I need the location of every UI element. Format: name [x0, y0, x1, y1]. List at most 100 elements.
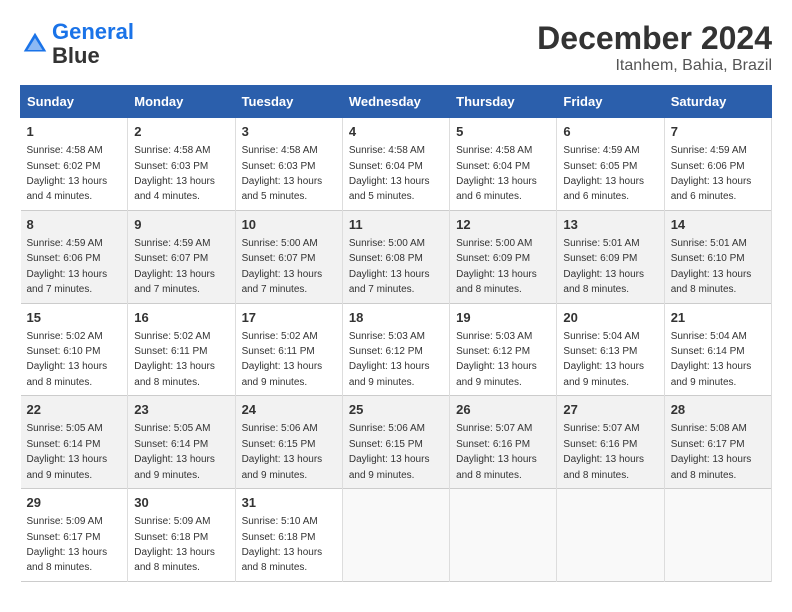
sunrise-text: Sunrise: 5:07 AM: [456, 423, 532, 434]
calendar-cell: 23 Sunrise: 5:05 AM Sunset: 6:14 PM Dayl…: [128, 396, 235, 489]
sunset-text: Sunset: 6:15 PM: [349, 439, 423, 450]
daylight-text: Daylight: 13 hours and 9 minutes.: [563, 361, 644, 387]
sunrise-text: Sunrise: 4:59 AM: [671, 145, 747, 156]
day-number: 25: [349, 401, 443, 419]
day-number: 24: [242, 401, 336, 419]
daylight-text: Daylight: 13 hours and 8 minutes.: [456, 454, 537, 480]
day-number: 31: [242, 494, 336, 512]
calendar-cell: 29 Sunrise: 5:09 AM Sunset: 6:17 PM Dayl…: [21, 489, 128, 582]
sunset-text: Sunset: 6:10 PM: [671, 253, 745, 264]
calendar-cell: [342, 489, 449, 582]
sunrise-text: Sunrise: 5:00 AM: [456, 238, 532, 249]
calendar-cell: 9 Sunrise: 4:59 AM Sunset: 6:07 PM Dayli…: [128, 210, 235, 303]
sunset-text: Sunset: 6:18 PM: [134, 532, 208, 543]
calendar-cell: [664, 489, 771, 582]
daylight-text: Daylight: 13 hours and 9 minutes.: [27, 454, 108, 480]
calendar-cell: 25 Sunrise: 5:06 AM Sunset: 6:15 PM Dayl…: [342, 396, 449, 489]
sunset-text: Sunset: 6:14 PM: [671, 346, 745, 357]
weekday-header-monday: Monday: [128, 86, 235, 118]
daylight-text: Daylight: 13 hours and 8 minutes.: [134, 547, 215, 573]
sunset-text: Sunset: 6:14 PM: [27, 439, 101, 450]
weekday-header-saturday: Saturday: [664, 86, 771, 118]
daylight-text: Daylight: 13 hours and 8 minutes.: [563, 269, 644, 295]
calendar-cell: 20 Sunrise: 5:04 AM Sunset: 6:13 PM Dayl…: [557, 303, 664, 396]
sunset-text: Sunset: 6:16 PM: [563, 439, 637, 450]
sunrise-text: Sunrise: 5:02 AM: [134, 331, 210, 342]
sunrise-text: Sunrise: 5:06 AM: [242, 423, 318, 434]
daylight-text: Daylight: 13 hours and 9 minutes.: [349, 454, 430, 480]
calendar-cell: 6 Sunrise: 4:59 AM Sunset: 6:05 PM Dayli…: [557, 118, 664, 211]
month-title: December 2024: [537, 20, 772, 57]
sunrise-text: Sunrise: 4:59 AM: [134, 238, 210, 249]
calendar-cell: 30 Sunrise: 5:09 AM Sunset: 6:18 PM Dayl…: [128, 489, 235, 582]
daylight-text: Daylight: 13 hours and 8 minutes.: [134, 361, 215, 387]
sunset-text: Sunset: 6:05 PM: [563, 161, 637, 172]
daylight-text: Daylight: 13 hours and 4 minutes.: [134, 176, 215, 202]
sunset-text: Sunset: 6:18 PM: [242, 532, 316, 543]
daylight-text: Daylight: 13 hours and 4 minutes.: [27, 176, 108, 202]
weekday-header-friday: Friday: [557, 86, 664, 118]
day-number: 23: [134, 401, 228, 419]
sunset-text: Sunset: 6:06 PM: [27, 253, 101, 264]
calendar-cell: [450, 489, 557, 582]
daylight-text: Daylight: 13 hours and 5 minutes.: [349, 176, 430, 202]
day-number: 2: [134, 123, 228, 141]
calendar-cell: 7 Sunrise: 4:59 AM Sunset: 6:06 PM Dayli…: [664, 118, 771, 211]
sunset-text: Sunset: 6:03 PM: [134, 161, 208, 172]
calendar-cell: 2 Sunrise: 4:58 AM Sunset: 6:03 PM Dayli…: [128, 118, 235, 211]
day-number: 15: [27, 309, 122, 327]
day-number: 12: [456, 216, 550, 234]
day-number: 5: [456, 123, 550, 141]
calendar-cell: 26 Sunrise: 5:07 AM Sunset: 6:16 PM Dayl…: [450, 396, 557, 489]
calendar-cell: 16 Sunrise: 5:02 AM Sunset: 6:11 PM Dayl…: [128, 303, 235, 396]
sunrise-text: Sunrise: 5:03 AM: [349, 331, 425, 342]
sunset-text: Sunset: 6:04 PM: [349, 161, 423, 172]
sunrise-text: Sunrise: 4:59 AM: [563, 145, 639, 156]
sunrise-text: Sunrise: 5:01 AM: [563, 238, 639, 249]
calendar-week-row: 29 Sunrise: 5:09 AM Sunset: 6:17 PM Dayl…: [21, 489, 772, 582]
day-number: 18: [349, 309, 443, 327]
page-header: General Blue December 2024 Itanhem, Bahi…: [20, 20, 772, 75]
sunrise-text: Sunrise: 5:03 AM: [456, 331, 532, 342]
calendar-week-row: 15 Sunrise: 5:02 AM Sunset: 6:10 PM Dayl…: [21, 303, 772, 396]
day-number: 9: [134, 216, 228, 234]
day-number: 14: [671, 216, 765, 234]
calendar-cell: 10 Sunrise: 5:00 AM Sunset: 6:07 PM Dayl…: [235, 210, 342, 303]
sunset-text: Sunset: 6:17 PM: [671, 439, 745, 450]
sunset-text: Sunset: 6:07 PM: [134, 253, 208, 264]
sunrise-text: Sunrise: 5:04 AM: [563, 331, 639, 342]
sunrise-text: Sunrise: 5:08 AM: [671, 423, 747, 434]
sunset-text: Sunset: 6:15 PM: [242, 439, 316, 450]
daylight-text: Daylight: 13 hours and 5 minutes.: [242, 176, 323, 202]
sunrise-text: Sunrise: 5:09 AM: [134, 516, 210, 527]
day-number: 4: [349, 123, 443, 141]
day-number: 16: [134, 309, 228, 327]
calendar-cell: 8 Sunrise: 4:59 AM Sunset: 6:06 PM Dayli…: [21, 210, 128, 303]
daylight-text: Daylight: 13 hours and 8 minutes.: [563, 454, 644, 480]
calendar-cell: 5 Sunrise: 4:58 AM Sunset: 6:04 PM Dayli…: [450, 118, 557, 211]
day-number: 6: [563, 123, 657, 141]
day-number: 29: [27, 494, 122, 512]
calendar-cell: 21 Sunrise: 5:04 AM Sunset: 6:14 PM Dayl…: [664, 303, 771, 396]
calendar-cell: 1 Sunrise: 4:58 AM Sunset: 6:02 PM Dayli…: [21, 118, 128, 211]
daylight-text: Daylight: 13 hours and 9 minutes.: [349, 361, 430, 387]
day-number: 1: [27, 123, 122, 141]
sunrise-text: Sunrise: 4:58 AM: [134, 145, 210, 156]
calendar-week-row: 22 Sunrise: 5:05 AM Sunset: 6:14 PM Dayl…: [21, 396, 772, 489]
location: Itanhem, Bahia, Brazil: [537, 57, 772, 75]
day-number: 20: [563, 309, 657, 327]
sunrise-text: Sunrise: 5:04 AM: [671, 331, 747, 342]
day-number: 28: [671, 401, 765, 419]
title-block: December 2024 Itanhem, Bahia, Brazil: [537, 20, 772, 75]
daylight-text: Daylight: 13 hours and 8 minutes.: [671, 454, 752, 480]
sunset-text: Sunset: 6:10 PM: [27, 346, 101, 357]
day-number: 11: [349, 216, 443, 234]
daylight-text: Daylight: 13 hours and 9 minutes.: [671, 361, 752, 387]
daylight-text: Daylight: 13 hours and 9 minutes.: [134, 454, 215, 480]
sunset-text: Sunset: 6:11 PM: [242, 346, 315, 357]
daylight-text: Daylight: 13 hours and 8 minutes.: [671, 269, 752, 295]
sunset-text: Sunset: 6:14 PM: [134, 439, 208, 450]
weekday-header-thursday: Thursday: [450, 86, 557, 118]
logo-text: General Blue: [52, 20, 134, 68]
day-number: 8: [27, 216, 122, 234]
